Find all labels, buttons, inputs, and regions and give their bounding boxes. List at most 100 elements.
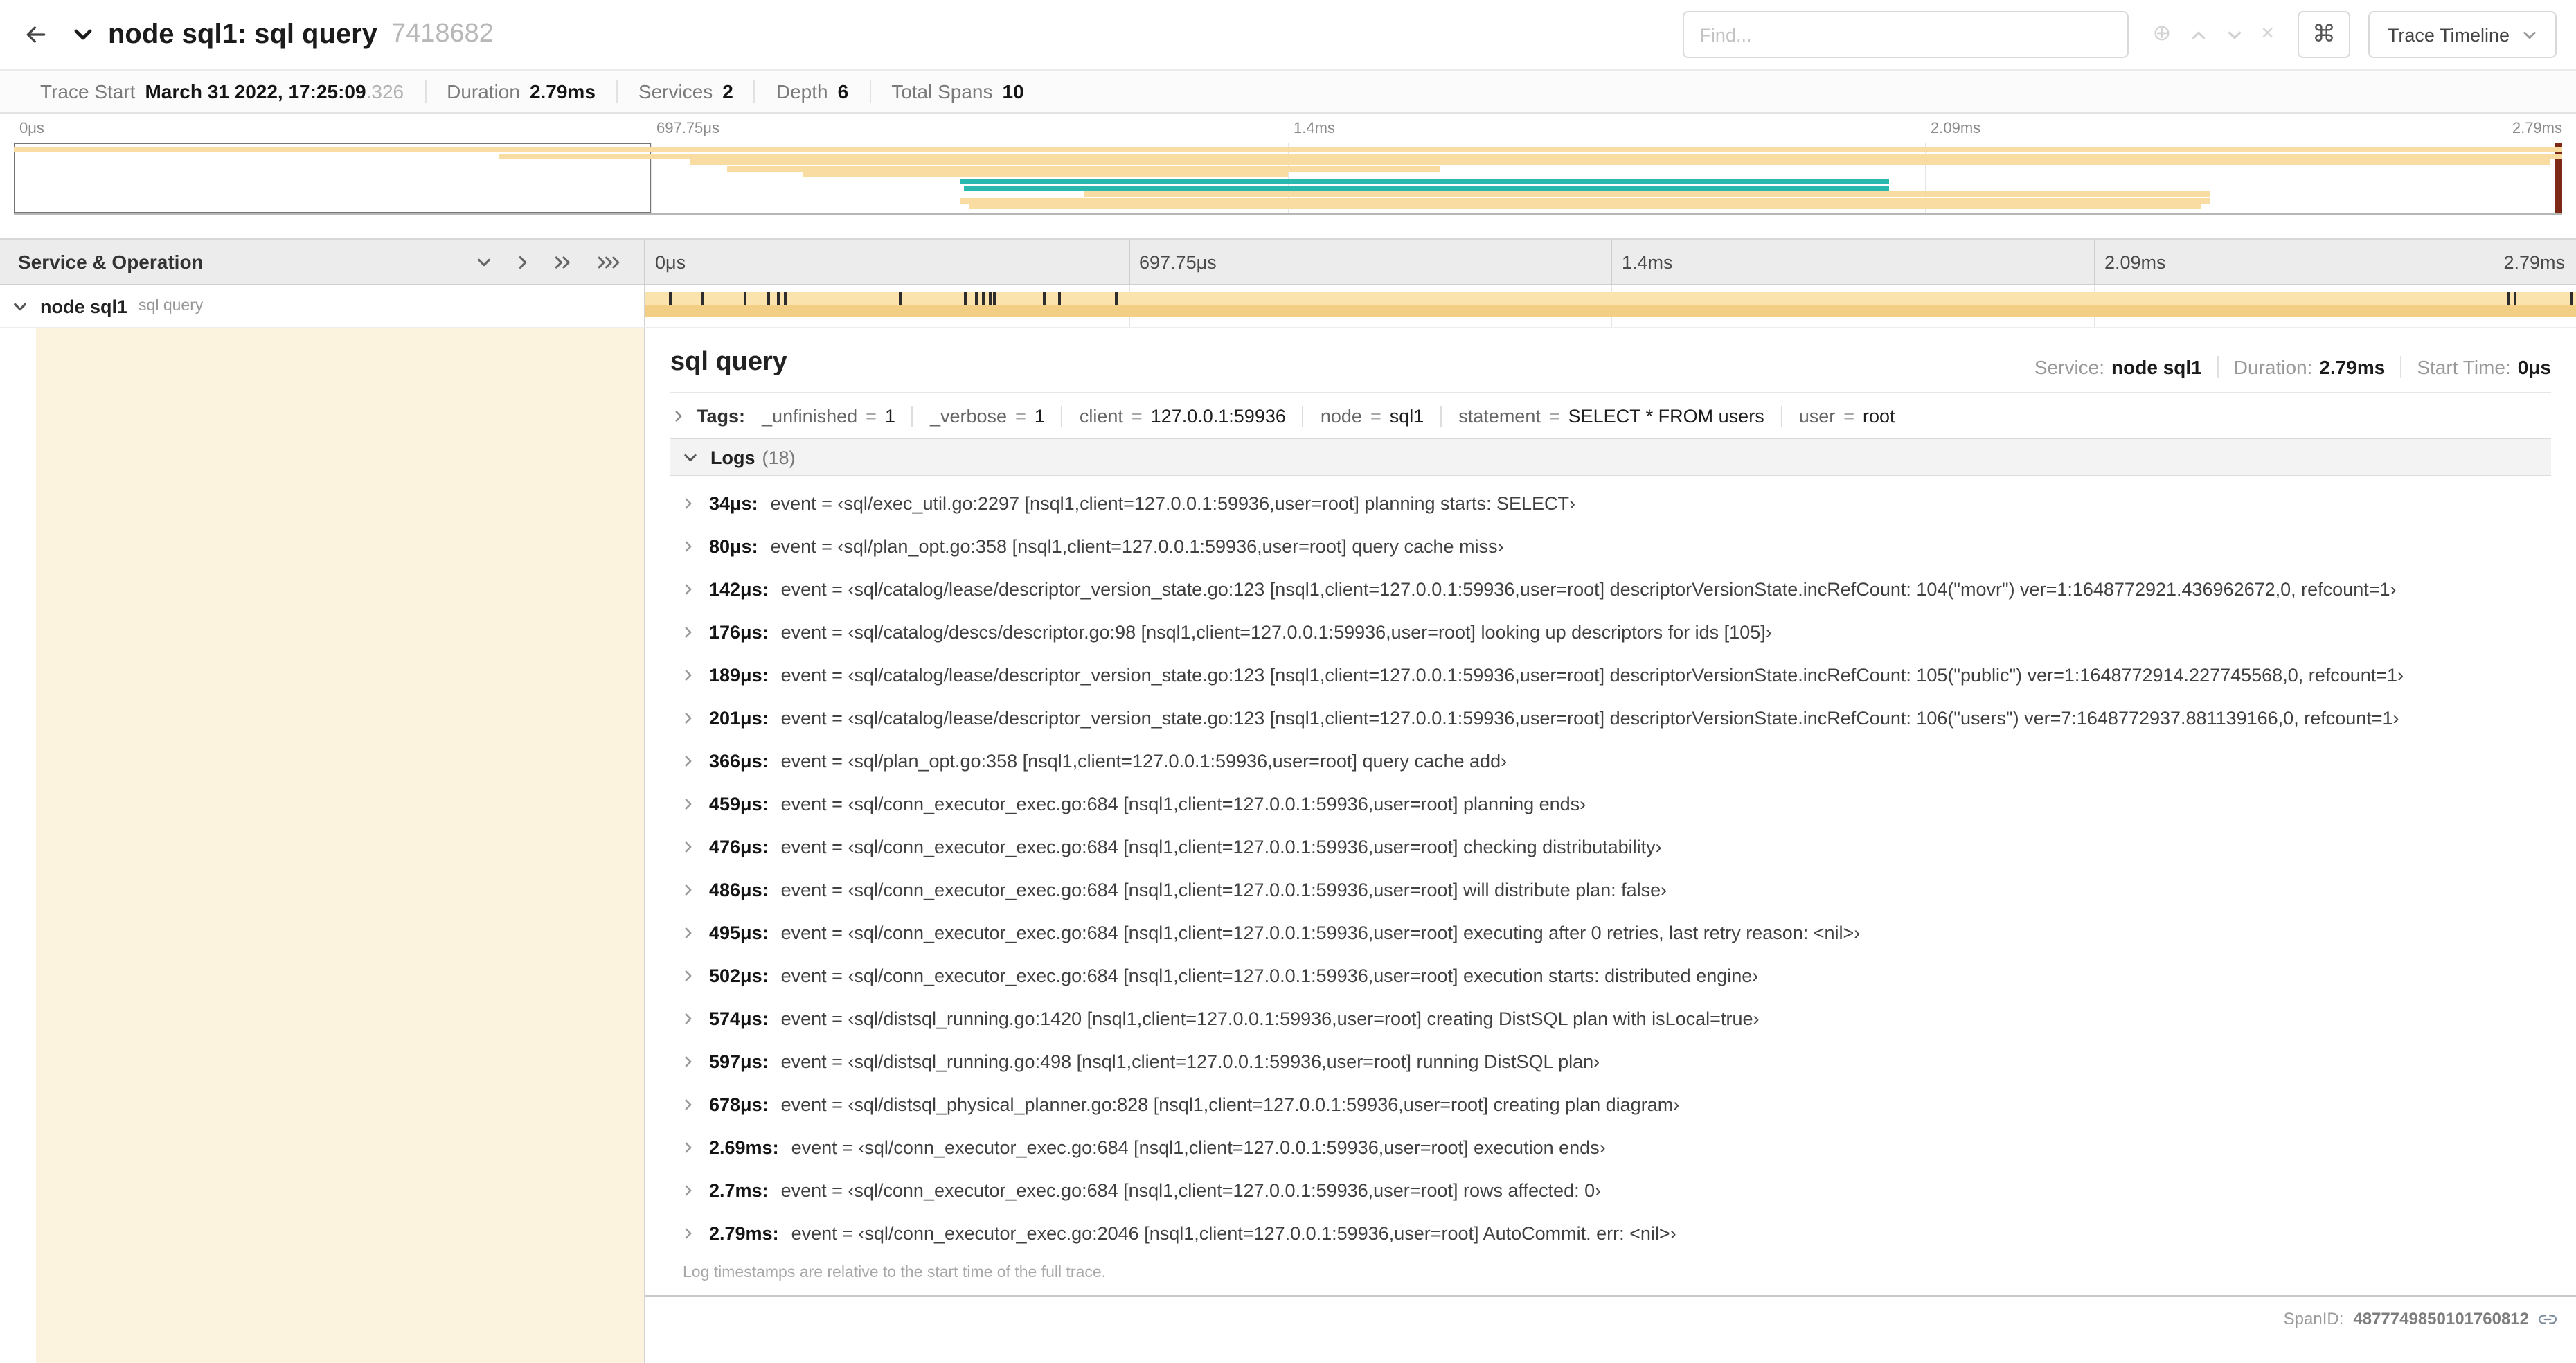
log-entry[interactable]: 486μs: event = ‹sql/conn_executor_exec.go… [670, 868, 2551, 911]
log-entry[interactable]: 495μs: event = ‹sql/conn_executor_exec.go… [670, 911, 2551, 954]
view-options-button[interactable]: Trace Timeline [2368, 11, 2557, 58]
find-zoom-icon[interactable]: ⊕ [2152, 23, 2171, 46]
chevron-right-icon [683, 1140, 694, 1155]
minimap-span-bar [689, 159, 2550, 166]
log-timestamp: 176μs: [709, 622, 769, 643]
log-marker [1058, 292, 1062, 305]
log-timestamp: 2.79ms: [709, 1223, 779, 1244]
chevron-down-icon[interactable] [12, 300, 28, 312]
time-tick-label: 0μs [655, 251, 686, 272]
span-service-name: node sql1 [40, 296, 128, 317]
span-row-name-cell[interactable]: node sql1 sql query [0, 285, 645, 327]
chevron-right-icon [683, 625, 694, 640]
log-message: event = ‹sql/exec_util.go:2297 [nsql1,cl… [770, 493, 1576, 514]
log-entry[interactable]: 2.7ms: event = ‹sql/conn_executor_exec.go… [670, 1169, 2551, 1212]
log-message: event = ‹sql/conn_executor_exec.go:684 [… [791, 1137, 1606, 1158]
log-timestamp: 34μs: [709, 493, 758, 514]
trace-header: node sql1: sql query 7418682 ⊕ × ⌘ Trace… [0, 0, 2576, 69]
log-entry[interactable]: 574μs: event = ‹sql/distsql_running.go:14… [670, 997, 2551, 1040]
link-icon[interactable] [2539, 1310, 2557, 1328]
log-marker [2570, 292, 2573, 305]
span-bar-cell[interactable] [645, 285, 2576, 327]
tag-item: _unfinished = 1 [762, 406, 895, 427]
log-message: event = ‹sql/conn_executor_exec.go:684 [… [780, 794, 1586, 814]
back-button[interactable] [0, 0, 72, 69]
find-input[interactable] [1683, 11, 2129, 58]
find-next-icon[interactable] [2225, 26, 2243, 44]
log-entry[interactable]: 176μs: event = ‹sql/catalog/descs/descrip… [670, 611, 2551, 654]
trace-summary-item: Trace Start March 31 2022, 17:25:09.326 [19, 80, 427, 103]
span-detail-title: sql query [670, 348, 787, 377]
log-marker [992, 292, 996, 305]
log-entry[interactable]: 34μs: event = ‹sql/exec_util.go:2297 [nsq… [670, 482, 2551, 525]
duration-label: Duration: [2233, 356, 2313, 378]
tag-item: statement = SELECT * FROM users [1440, 406, 1780, 427]
log-marker [1043, 292, 1046, 305]
chevron-right-icon [683, 1011, 694, 1026]
tag-item: user = root [1780, 406, 1912, 427]
log-message: event = ‹sql/plan_opt.go:358 [nsql1,clie… [770, 536, 1504, 557]
tags-row[interactable]: Tags: _unfinished = 1 _verbose = 1 client = 127.… [670, 393, 2551, 438]
chevron-right-icon [683, 711, 694, 726]
keyboard-shortcuts-button[interactable]: ⌘ [2297, 11, 2350, 58]
clear-find-icon[interactable]: × [2261, 23, 2274, 46]
log-entry[interactable]: 201μs: event = ‹sql/catalog/lease/descrip… [670, 697, 2551, 740]
minimap-canvas[interactable] [14, 143, 2562, 215]
log-timestamp: 201μs: [709, 708, 769, 729]
find-prev-icon[interactable] [2189, 26, 2207, 44]
log-entry[interactable]: 366μs: event = ‹sql/plan_opt.go:358 [nsql… [670, 740, 2551, 783]
log-entry[interactable]: 80μs: event = ‹sql/plan_opt.go:358 [nsql1… [670, 525, 2551, 568]
trace-summary-item: Depth 6 [755, 80, 871, 103]
tag-item: client = 127.0.0.1:59936 [1061, 406, 1303, 427]
log-timestamp: 366μs: [709, 751, 769, 772]
minimap-span-bar [964, 185, 1890, 191]
service-label: Service: [2034, 356, 2105, 378]
log-entry[interactable]: 678μs: event = ‹sql/distsql_physical_plan… [670, 1083, 2551, 1126]
log-message: event = ‹sql/catalog/descs/descriptor.go… [780, 622, 1772, 643]
span-detail-meta: Service: node sql1 Duration: 2.79ms Start … [2019, 356, 2551, 378]
log-entry[interactable]: 597μs: event = ‹sql/distsql_running.go:49… [670, 1040, 2551, 1083]
tag-item: node = sql1 [1302, 406, 1440, 427]
log-entry[interactable]: 189μs: event = ‹sql/catalog/lease/descrip… [670, 654, 2551, 697]
time-tick-label: 1.4ms [1611, 240, 1673, 284]
collapse-all-icon[interactable] [553, 253, 575, 271]
log-timestamp: 189μs: [709, 665, 769, 686]
start-time-value: 0μs [2517, 356, 2551, 378]
span-bar[interactable] [645, 292, 2576, 305]
duration-value: 2.79ms [2319, 356, 2386, 378]
chevron-right-icon [683, 1097, 694, 1112]
log-marker [1114, 292, 1118, 305]
log-entry[interactable]: 476μs: event = ‹sql/conn_executor_exec.go… [670, 826, 2551, 868]
expand-all-icon[interactable] [596, 253, 622, 271]
logs-header[interactable]: Logs (18) [670, 438, 2551, 476]
log-entry[interactable]: 2.79ms: event = ‹sql/conn_executor_exec.g… [670, 1212, 2551, 1255]
service-operation-header: Service & Operation [0, 240, 645, 284]
expand-one-icon[interactable] [514, 253, 532, 271]
log-timestamp: 495μs: [709, 923, 769, 943]
log-timestamp: 574μs: [709, 1008, 769, 1029]
span-id-label: SpanID: [2283, 1309, 2344, 1328]
log-entry[interactable]: 142μs: event = ‹sql/catalog/lease/descrip… [670, 568, 2551, 611]
minimap-span-bar [727, 166, 1441, 172]
log-entry[interactable]: 2.69ms: event = ‹sql/conn_executor_exec.g… [670, 1126, 2551, 1169]
minimap-span-bar [14, 147, 2562, 152]
trace-summary-bar: Trace Start March 31 2022, 17:25:09.326 Du… [0, 69, 2576, 114]
collapse-one-icon[interactable] [475, 253, 493, 271]
log-entry[interactable]: 459μs: event = ‹sql/conn_executor_exec.go… [670, 783, 2551, 826]
span-operation-name: sql query [138, 298, 204, 314]
collapse-trace-header-icon[interactable] [72, 24, 94, 46]
log-marker [767, 292, 770, 305]
trace-minimap: 0μs 697.75μs 1.4ms 2.09ms 2.79ms [0, 114, 2576, 216]
log-marker [898, 292, 902, 305]
log-timestamp: 678μs: [709, 1094, 769, 1115]
log-marker [2506, 292, 2510, 305]
log-timestamp: 2.7ms: [709, 1180, 769, 1201]
log-timestamp: 597μs: [709, 1051, 769, 1072]
logs-title: Logs [710, 447, 755, 467]
logs-footnote: Log timestamps are relative to the start… [683, 1265, 1107, 1281]
chevron-right-icon [683, 496, 694, 511]
span-row[interactable]: node sql1 sql query [0, 285, 2576, 327]
log-entry[interactable]: 502μs: event = ‹sql/conn_executor_exec.go… [670, 954, 2551, 997]
trace-id: 7418682 [391, 19, 494, 48]
log-marker [701, 292, 704, 305]
